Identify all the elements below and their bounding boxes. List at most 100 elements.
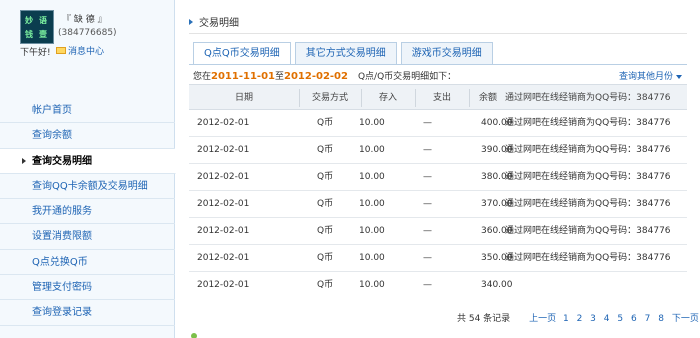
range-query-label: Q点/Q币交易明细如下： [357,72,457,82]
sidebar-item-password[interactable]: 管理支付密码 [0,275,175,301]
range-start-date: 2011-11-01 [211,71,275,82]
divider [469,89,470,107]
sidebar-item-account-home[interactable]: 帐户首页 [0,98,175,124]
sidebar-item-exchange[interactable]: Q点兑换Q币 [0,250,175,276]
cell-out: — [423,280,432,290]
range-prefix: 您在 [193,72,212,82]
page-link[interactable]: 1 [563,314,569,324]
sidebar-item-label: 查询QQ卡余额及交易明细 [32,180,148,192]
cell-method: Q币 [317,253,334,263]
cell-in: 10.00 [359,253,385,263]
cell-note: 通过网吧在线经销商为QQ号码：384776 [505,191,673,218]
cell-method: Q币 [317,172,334,182]
page-link[interactable]: 3 [590,314,596,324]
cell-date: 2012-02-01 [197,118,250,128]
cell-method: Q币 [317,280,334,290]
cell-date: 2012-02-01 [197,172,250,182]
tab-other-methods[interactable]: 其它方式交易明细 [294,42,397,65]
envelope-icon [56,47,66,54]
cell-in: 10.00 [359,199,385,209]
cell-in: 10.00 [359,145,385,155]
cell-note-text: 通过网吧在线经销商为QQ号码：384776 [505,118,671,128]
cell-out: — [423,172,432,182]
sidebar-item-services[interactable]: 我开通的服务 [0,199,175,225]
range-separator: 至 [274,72,284,82]
page-title: 交易明细 [189,14,239,29]
page-link[interactable]: 2 [577,314,583,324]
cell-in: 10.00 [359,280,385,290]
divider [189,33,687,34]
avatar-char: 钱 [25,30,33,39]
tab-bar: Q点Q币交易明细 其它方式交易明细 游戏币交易明细 [193,42,497,65]
avatar-char: 语 [39,16,47,25]
greeting: 下午好! [20,48,51,58]
cell-method: Q币 [317,199,334,209]
sidebar-item-qq-card[interactable]: 查询QQ卡余额及交易明细 [0,174,175,200]
cell-date: 2012-02-01 [197,280,250,290]
user-qq-number: (384776685) [58,28,117,38]
cell-note-text: 通过网吧在线经销商为QQ号码：384776 [505,172,671,182]
table-row: 2012-02-01 Q币 10.00 — 370.00 通过网吧在线经销商为Q… [189,191,687,218]
username: 『 缺 德 』 [62,15,107,25]
sidebar-item-label: 我开通的服务 [32,206,92,218]
cell-date: 2012-02-01 [197,199,250,209]
message-center-label: 消息中心 [68,47,105,57]
sidebar-item-transactions[interactable]: 查询交易明细 [0,148,176,174]
tab-qpoint-qcoin[interactable]: Q点Q币交易明细 [193,42,291,65]
table-row: 2012-02-01 Q币 10.00 — 390.00 通过网吧在线经销商为Q… [189,137,687,164]
sidebar-item-limit[interactable]: 设置消费限额 [0,224,175,250]
sidebar-item-login-log[interactable]: 查询登录记录 [0,300,175,326]
col-out: 支出 [432,93,451,103]
sidebar-nav: 帐户首页 查询余额 查询交易明细 查询QQ卡余额及交易明细 我开通的服务 设置消… [0,98,176,326]
prev-page-link[interactable]: 上一页 [529,314,556,324]
avatar-char: 壹 [39,30,47,39]
cell-balance: 340.00 [481,280,513,290]
page-link[interactable]: 5 [617,314,623,324]
table-row: 2012-02-01 Q币 10.00 — 360.00 通过网吧在线经销商为Q… [189,218,687,245]
other-months-dropdown[interactable]: 查询其他月份 [619,69,682,82]
status-dot-icon [191,333,197,338]
tab-game-coins[interactable]: 游戏币交易明细 [400,42,493,65]
next-page-link[interactable]: 下一页 [672,314,699,324]
sidebar-item-label: Q点兑换Q币 [32,256,88,268]
sidebar-item-label: 查询余额 [32,130,72,142]
cell-note: 通过网吧在线经销商为QQ号码：384776 [505,164,673,191]
table-header: 日期 交易方式 存入 支出 余额 通过网吧在线经销商为QQ号码：384776 [189,84,687,110]
cell-in: 10.00 [359,172,385,182]
footer-hint [189,333,249,338]
cell-out: — [423,145,432,155]
divider [189,64,687,65]
avatar[interactable]: 妙 语 钱 壹 [20,10,54,44]
cell-method: Q币 [317,118,334,128]
other-months-label: 查询其他月份 [618,72,673,82]
table-row: 2012-02-01 Q币 10.00 — 380.00 通过网吧在线经销商为Q… [189,164,687,191]
col-in: 存入 [378,93,397,103]
date-range-summary: 您在2011-11-01至2012-02-02 Q点/Q币交易明细如下： [193,69,456,82]
page-link[interactable]: 4 [604,314,610,324]
cell-note: 通过网吧在线经销商为QQ号码：384776 [505,137,673,164]
page-link[interactable]: 8 [658,314,664,324]
cell-date: 2012-02-01 [197,145,250,155]
cell-out: — [423,226,432,236]
cell-date: 2012-02-01 [197,253,250,263]
cell-note: 通过网吧在线经销商为QQ号码：384776 [505,218,673,245]
cell-out: — [423,253,432,263]
sidebar-item-label: 查询交易明细 [32,155,92,167]
page-link[interactable]: 6 [631,314,637,324]
avatar-char: 妙 [25,16,33,25]
transactions-table: 日期 交易方式 存入 支出 余额 通过网吧在线经销商为QQ号码：384776 2… [189,84,687,299]
message-center-link[interactable]: 消息中心 [56,44,104,57]
cell-note: 通过网吧在线经销商为QQ号码：384776 [505,245,673,272]
cell-date: 2012-02-01 [197,226,250,236]
range-end-date: 2012-02-02 [284,71,348,82]
sidebar-item-label: 查询登录记录 [32,307,92,319]
cell-in: 10.00 [359,118,385,128]
page-title-text: 交易明细 [199,18,239,29]
sidebar-item-balance[interactable]: 查询余额 [0,123,175,149]
table-row: 2012-02-01 Q币 10.00 — 400.00 通过网吧在线经销商为Q… [189,110,687,137]
cell-note-text: 通过网吧在线经销商为QQ号码：384776 [505,199,671,209]
main-content: 交易明细 Q点Q币交易明细 其它方式交易明细 游戏币交易明细 您在2011-11… [175,0,700,338]
cell-method: Q币 [317,226,334,236]
cell-note-text: 通过网吧在线经销商为QQ号码：384776 [505,145,671,155]
page-link[interactable]: 7 [645,314,651,324]
